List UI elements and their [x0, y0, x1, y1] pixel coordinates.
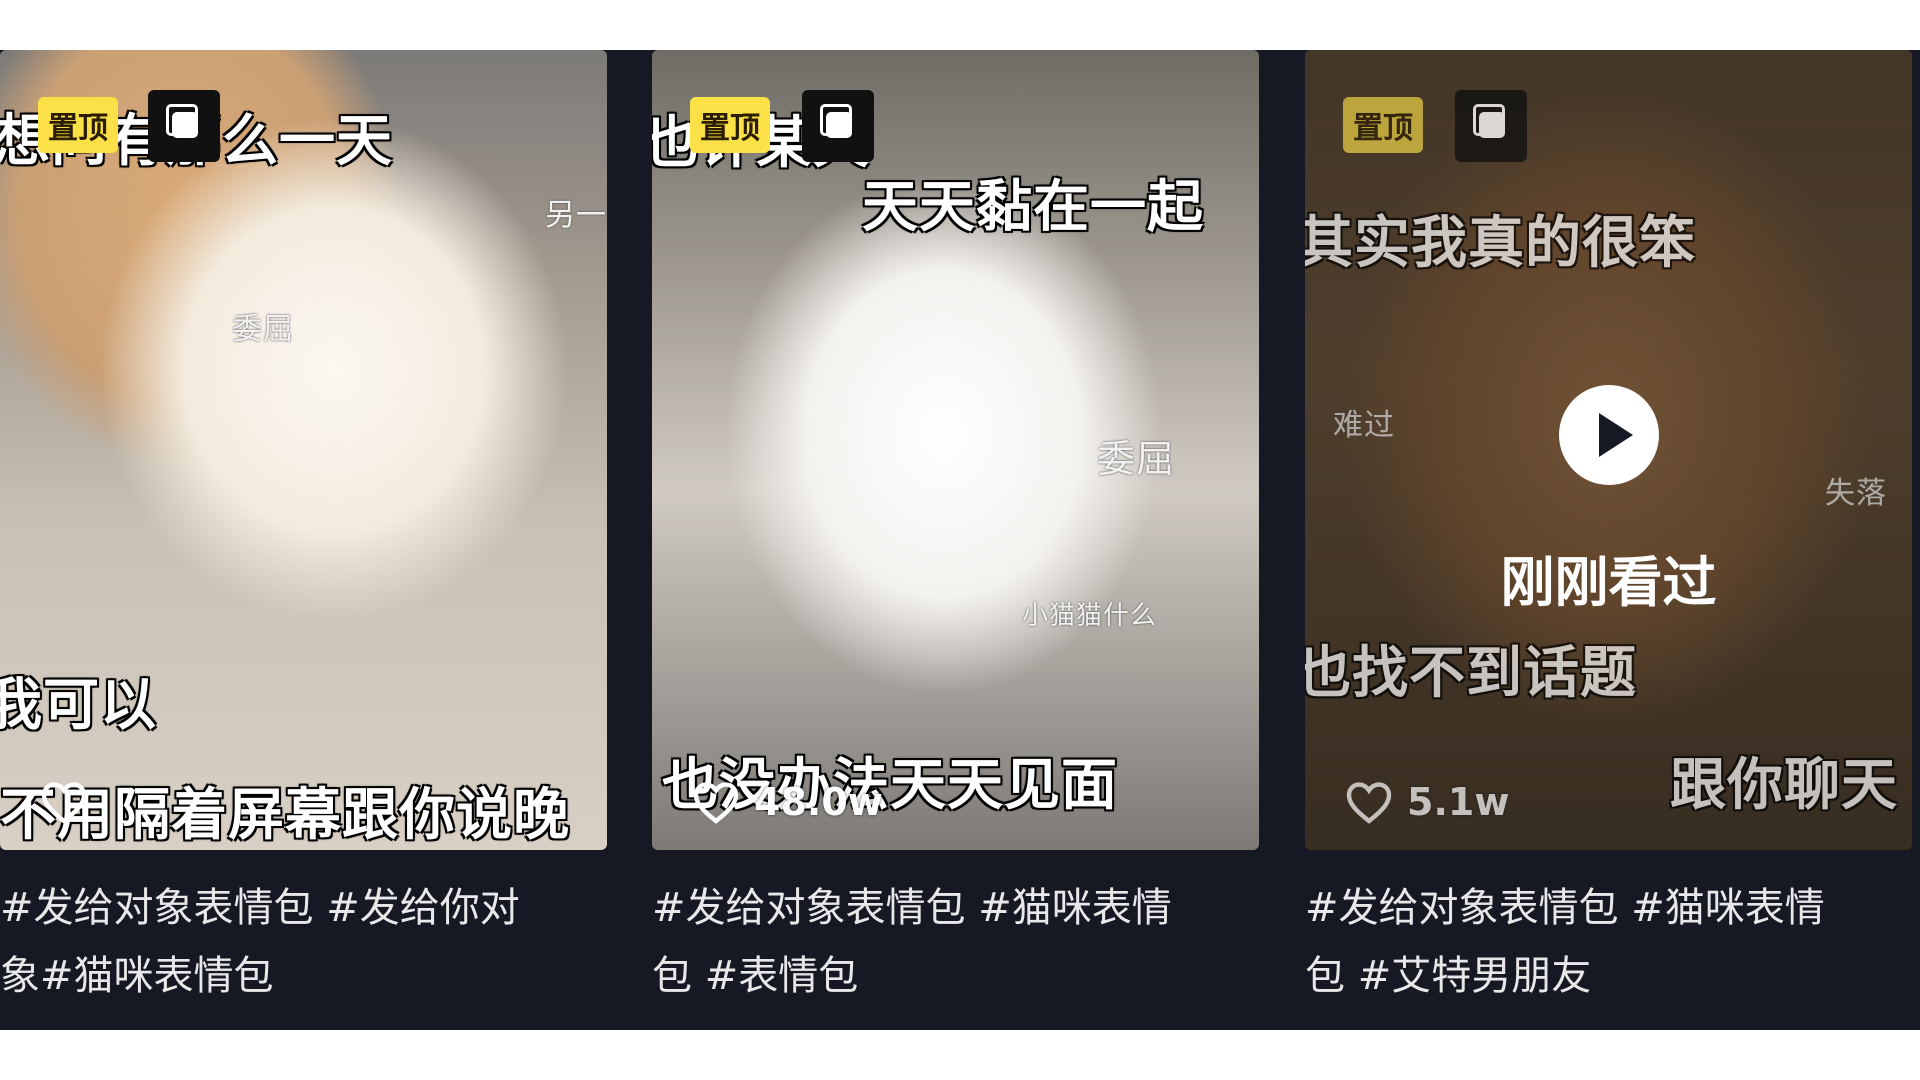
video-description[interactable]: #发给对象表情包 #猫咪表情 包 #艾特男朋友 — [1305, 874, 1912, 1010]
like-count: 48.0w — [692, 780, 883, 824]
caption-note-2: 小猫猫什么 — [1022, 601, 1158, 631]
caption-note: 委屈 — [232, 312, 294, 347]
video-description[interactable]: #发给对象表情包 #发给你对 象#猫咪表情包 — [0, 874, 607, 1010]
video-card-3[interactable]: 置顶 其实我真的很笨 难过 失落 也找不到话题 跟你聊天 刚刚看过 5.1w #… — [1305, 50, 1912, 1010]
video-card-1[interactable]: 想问有那么一天 置顶 另一只 委屈 我可以 不用隔着屏幕跟你说晚 #发给对象表情… — [0, 50, 607, 1010]
caption-note: 委屈 — [1097, 437, 1176, 481]
caption-note: 难过 — [1333, 408, 1395, 443]
pinned-badge: 置顶 — [1343, 97, 1423, 153]
heart-icon — [693, 782, 739, 824]
multi-image-icon — [802, 90, 874, 162]
caption-line2: 天天黏在一起 — [862, 175, 1204, 240]
video-thumbnail[interactable]: 想问有那么一天 置顶 另一只 委屈 我可以 不用隔着屏幕跟你说晚 — [0, 50, 607, 850]
caption-bottom: 跟你聊天 — [1670, 753, 1898, 818]
heart-icon — [1346, 782, 1392, 824]
video-description[interactable]: #发给对象表情包 #猫咪表情 包 #表情包 — [652, 874, 1259, 1010]
multi-image-icon — [148, 90, 220, 162]
caption-mid: 我可以 — [0, 673, 157, 738]
caption-side: 另一只 — [545, 198, 607, 233]
caption-mid: 也找不到话题 — [1305, 641, 1637, 706]
recently-watched-label: 刚刚看过 — [1500, 551, 1717, 614]
caption-top: 其实我真的很笨 — [1305, 211, 1696, 276]
heart-icon — [41, 782, 87, 824]
pinned-badge: 置顶 — [690, 97, 770, 153]
like-count — [40, 780, 102, 824]
caption-note-2: 失落 — [1825, 476, 1887, 511]
video-thumbnail[interactable]: 也许某天 置顶 天天黏在一起 委屈 小猫猫什么 也没办法天天见面 48.0w — [652, 50, 1259, 850]
multi-image-icon — [1455, 90, 1527, 162]
like-count-value: 48.0w — [754, 780, 883, 824]
pinned-badge: 置顶 — [38, 97, 118, 153]
video-thumbnail[interactable]: 置顶 其实我真的很笨 难过 失落 也找不到话题 跟你聊天 刚刚看过 5.1w — [1305, 50, 1912, 850]
video-card-2[interactable]: 也许某天 置顶 天天黏在一起 委屈 小猫猫什么 也没办法天天见面 48.0w #… — [652, 50, 1259, 1010]
like-count-value: 5.1w — [1407, 780, 1510, 824]
like-count: 5.1w — [1345, 780, 1509, 824]
play-icon[interactable] — [1558, 385, 1659, 485]
